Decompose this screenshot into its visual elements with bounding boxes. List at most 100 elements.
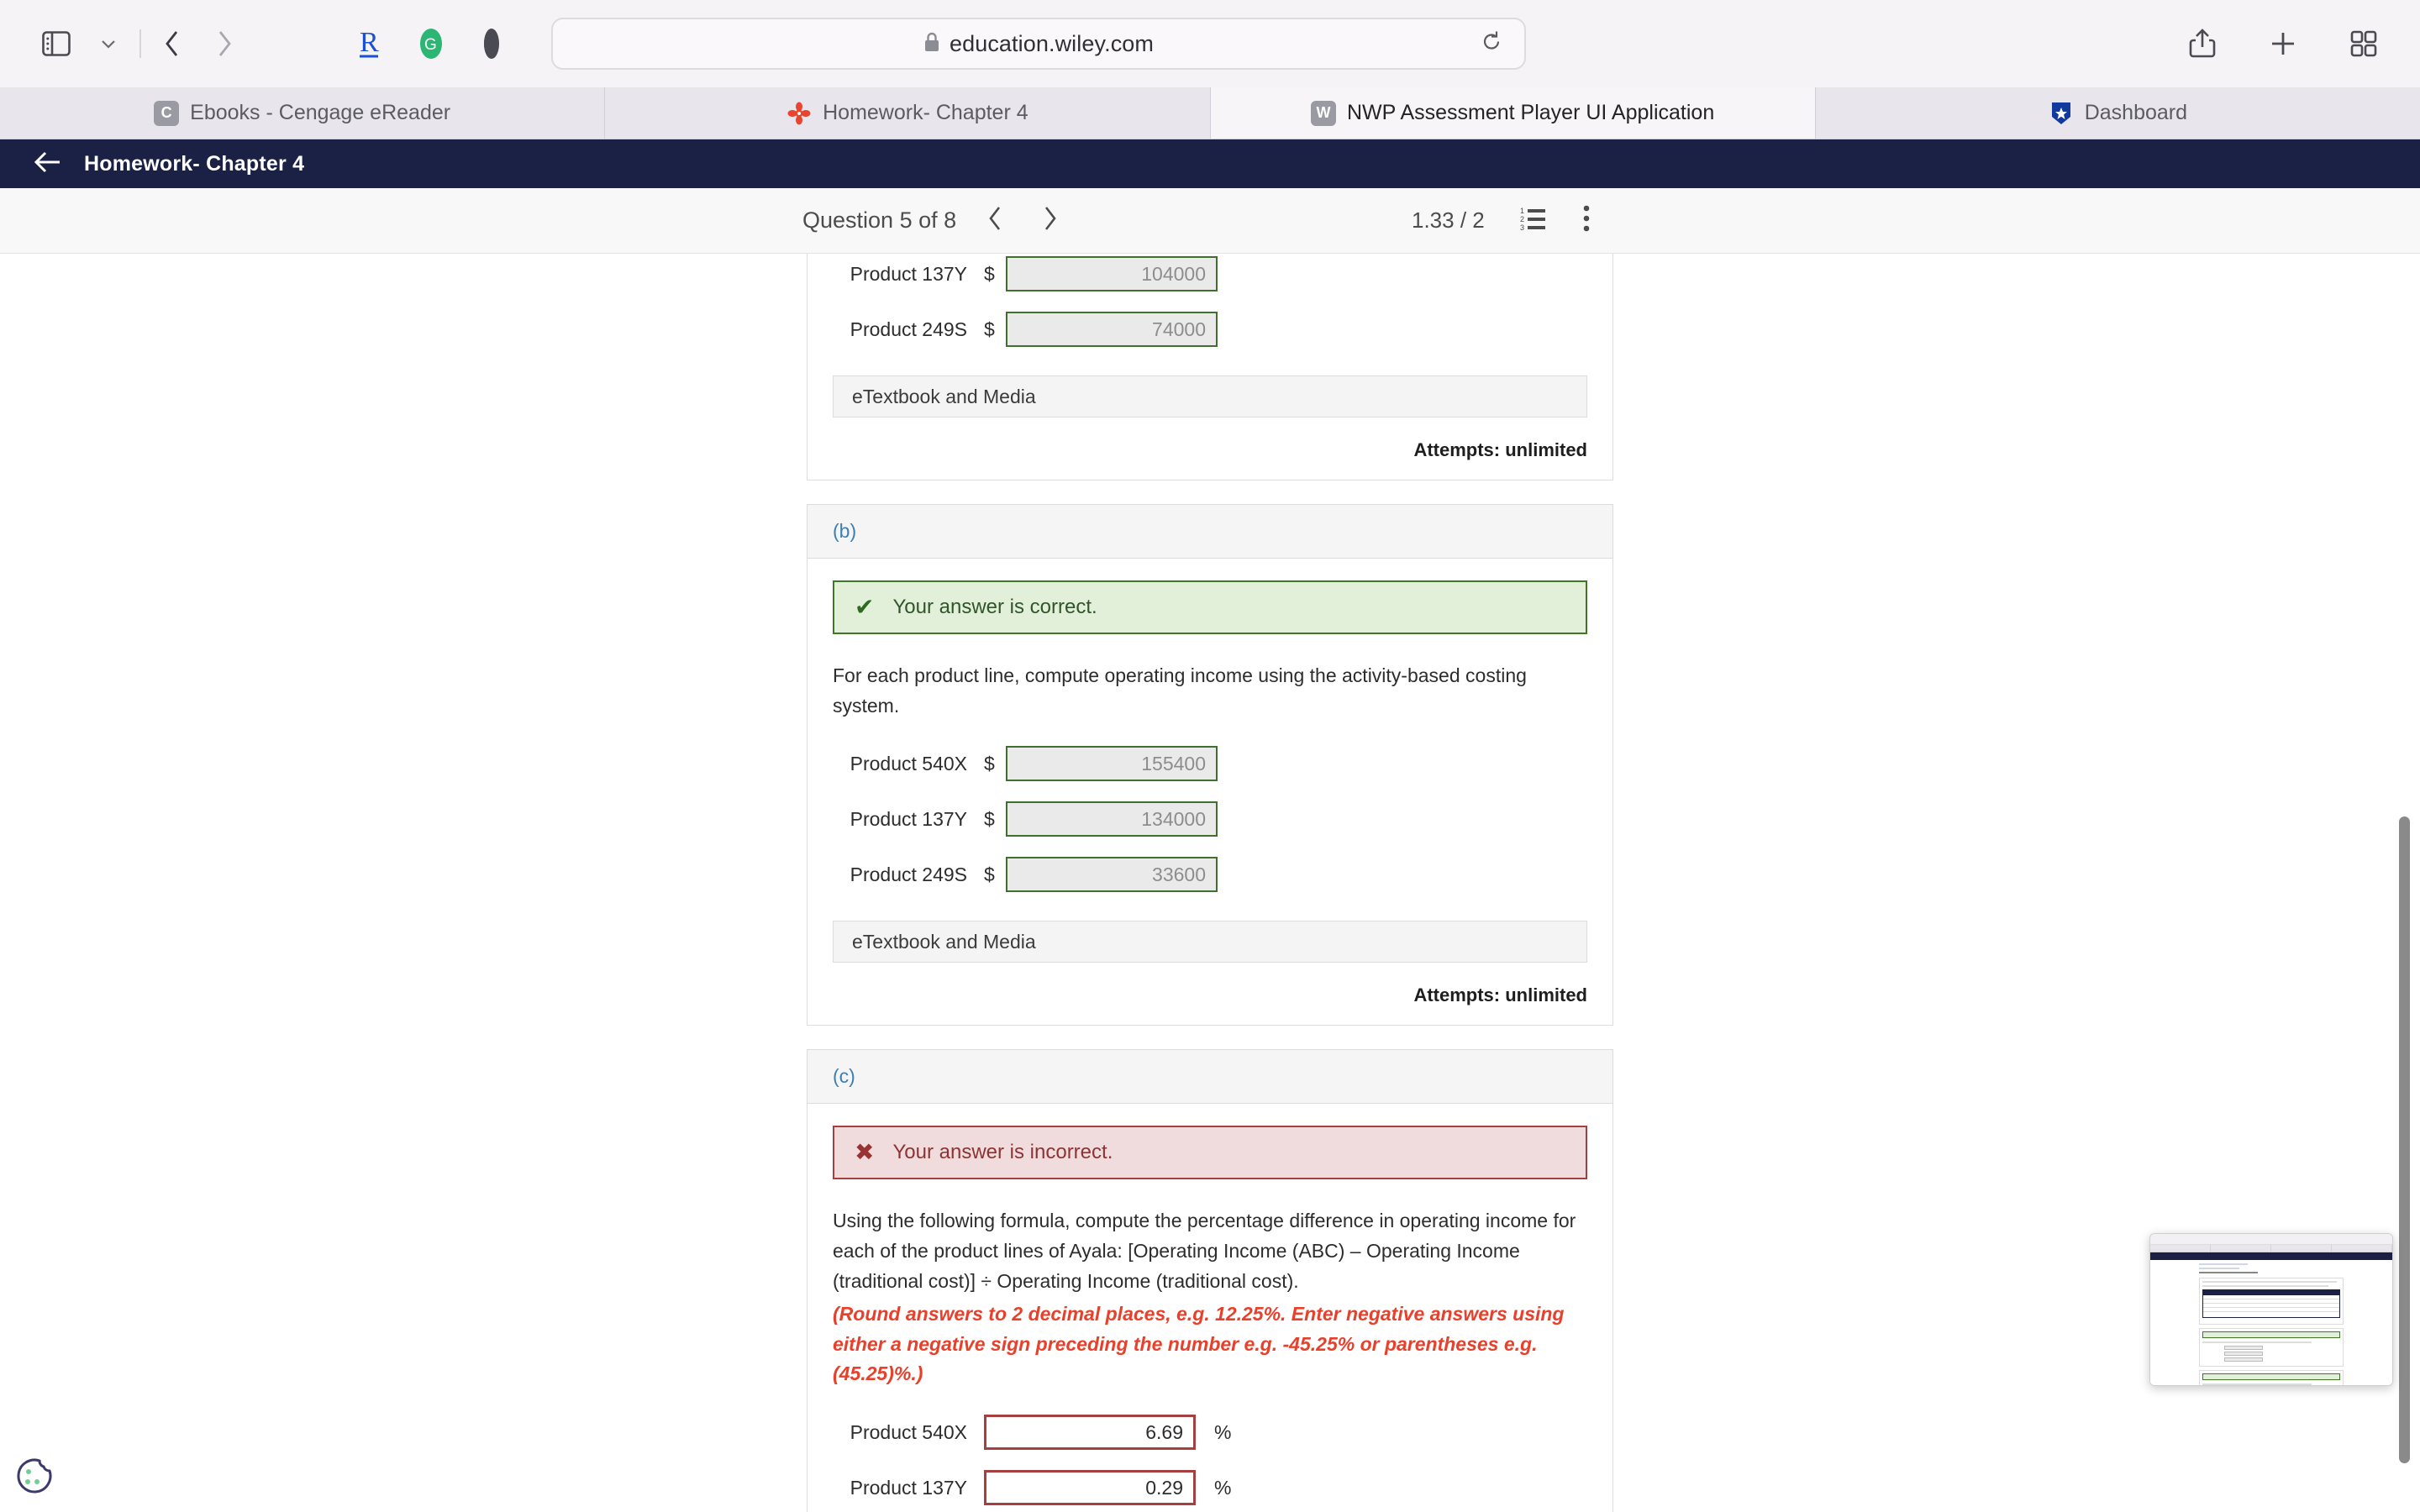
- answer-input-540x[interactable]: 6.69: [984, 1415, 1196, 1451]
- more-options-icon[interactable]: [1582, 204, 1591, 237]
- question-nav-arrows: [986, 205, 1059, 236]
- part-letter: (c): [833, 1065, 855, 1088]
- answer-field-137y: 104000: [1006, 256, 1218, 291]
- sidebar-toggle-icon[interactable]: [30, 18, 82, 70]
- question-score: 1.33 / 2: [1412, 207, 1485, 233]
- tab-nwp-assessment-player[interactable]: W NWP Assessment Player UI Application: [1210, 87, 1816, 139]
- answer-field-540x: 155400: [1006, 746, 1218, 782]
- page-scrollbar-track[interactable]: [2398, 254, 2413, 1512]
- part-c-prompt-note: (Round answers to 2 decimal places, e.g.…: [833, 1303, 1565, 1385]
- thumbnail-tab-strip: [2150, 1245, 2392, 1252]
- plus-icon[interactable]: [2257, 18, 2309, 70]
- cross-icon: ✖: [855, 1139, 875, 1166]
- product-label: Product 540X: [850, 1420, 967, 1443]
- thumbnail-page-body: [2150, 1260, 2392, 1385]
- thumbnail-browser-chrome: [2150, 1234, 2392, 1245]
- tab-strip: C Ebooks - Cengage eReader Homework- Cha…: [0, 87, 2420, 139]
- answer-row: Product 137Y 0.29 %: [833, 1470, 1587, 1506]
- part-a-body: Product 540X $ 145000 Product 137Y $ 104…: [808, 254, 1612, 439]
- lock-icon: [923, 31, 940, 57]
- part-a-footer: Attempts: unlimited: [808, 439, 1612, 480]
- question-part-b-card: (b) ✔ Your answer is correct. For each p…: [807, 504, 1613, 1026]
- grammarly-r-icon[interactable]: R: [351, 24, 390, 63]
- tab-ebooks-cengage[interactable]: C Ebooks - Cengage eReader: [0, 87, 606, 139]
- share-icon[interactable]: [2176, 18, 2228, 70]
- answer-row: Product 540X 6.69 %: [833, 1415, 1587, 1451]
- currency-symbol: $: [984, 807, 995, 830]
- attempts-text: Attempts: unlimited: [1413, 984, 1587, 1006]
- part-c-body: ✖ Your answer is incorrect. Using the fo…: [808, 1104, 1612, 1512]
- tab-overview-icon[interactable]: [2338, 18, 2390, 70]
- part-c-prompt: Using the following formula, compute the…: [833, 1206, 1587, 1389]
- product-label: Product 137Y: [850, 807, 967, 830]
- url-display: education.wiley.com: [923, 31, 1154, 57]
- page-preview-thumbnail[interactable]: [2149, 1233, 2393, 1386]
- browser-chrome: R G education.wiley.com: [0, 0, 2420, 87]
- answer-row: Product 249S $ 74000: [833, 312, 1587, 347]
- shield-extension-icon[interactable]: [472, 24, 511, 63]
- percent-symbol: %: [1214, 1420, 1232, 1443]
- browser-right-controls: [2176, 18, 2390, 70]
- thumbnail-card: [2199, 1370, 2344, 1385]
- browser-extensions: R G: [351, 24, 511, 63]
- browser-nav-controls: [30, 18, 250, 70]
- dashboard-shield-icon: [2049, 101, 2074, 126]
- percent-symbol: %: [1214, 1476, 1232, 1499]
- tab-label: Ebooks - Cengage eReader: [190, 101, 451, 124]
- address-bar[interactable]: education.wiley.com: [551, 18, 1526, 70]
- svg-text:1: 1: [1520, 207, 1524, 215]
- currency-symbol: $: [984, 262, 995, 285]
- part-letter: (b): [833, 520, 857, 542]
- tab-homework-chapter-4[interactable]: Homework- Chapter 4: [605, 87, 1211, 139]
- toolbar-divider: [139, 29, 141, 58]
- part-c-prompt-main: Using the following formula, compute the…: [833, 1210, 1576, 1292]
- answer-input-137y[interactable]: 0.29: [984, 1470, 1196, 1506]
- tab-dashboard[interactable]: Dashboard: [1816, 87, 2420, 139]
- wiley-w-icon: W: [1311, 100, 1336, 126]
- app-header: Homework- Chapter 4: [0, 139, 2420, 188]
- answer-field-249s: 74000: [1006, 312, 1218, 347]
- homework-flower-icon: [786, 101, 812, 126]
- question-list-icon[interactable]: 1 2 3: [1520, 206, 1547, 235]
- page-scrollbar-thumb[interactable]: [2399, 816, 2410, 1463]
- thumbnail-tab: [2271, 1245, 2332, 1252]
- product-label: Product 249S: [850, 318, 967, 340]
- answer-row: Product 137Y $ 104000: [833, 256, 1587, 291]
- question-toolbar: Question 5 of 8 1.33 / 2 1 2 3: [0, 188, 2420, 254]
- page-title: Homework- Chapter 4: [84, 151, 305, 176]
- back-chevron-icon[interactable]: [146, 18, 198, 70]
- grammarly-g-icon[interactable]: G: [412, 24, 450, 63]
- question-counter: Question 5 of 8: [802, 207, 957, 233]
- status-text: Your answer is correct.: [892, 596, 1097, 618]
- forward-chevron-icon[interactable]: [198, 18, 250, 70]
- tab-label: Homework- Chapter 4: [823, 101, 1028, 124]
- next-question-icon[interactable]: [1040, 205, 1059, 236]
- etextbook-and-media-bar[interactable]: eTextbook and Media: [833, 375, 1587, 417]
- thumbnail-app-header: [2150, 1252, 2392, 1260]
- question-part-c-card: (c) ✖ Your answer is incorrect. Using th…: [807, 1049, 1613, 1512]
- cookie-consent-icon[interactable]: [12, 1453, 57, 1499]
- part-b-body: ✔ Your answer is correct. For each produ…: [808, 559, 1612, 984]
- previous-question-icon[interactable]: [986, 205, 1005, 236]
- currency-symbol: $: [984, 318, 995, 340]
- question-content-column: Product 540X $ 145000 Product 137Y $ 104…: [807, 254, 1613, 1512]
- product-label: Product 249S: [850, 863, 967, 885]
- back-arrow-icon[interactable]: [34, 150, 62, 178]
- cengage-c-icon: C: [154, 100, 180, 126]
- sidebar-dropdown-icon[interactable]: [82, 18, 134, 70]
- part-b-footer: Attempts: unlimited: [808, 984, 1612, 1025]
- part-b-prompt: For each product line, compute operating…: [833, 664, 1527, 717]
- product-label: Product 540X: [850, 752, 967, 774]
- thumbnail-tab: [2332, 1245, 2392, 1252]
- part-b-header: (b): [808, 505, 1612, 559]
- part-c-header: (c): [808, 1050, 1612, 1105]
- question-page-body: Product 540X $ 145000 Product 137Y $ 104…: [0, 254, 2420, 1512]
- checkmark-icon: ✔: [855, 594, 875, 620]
- reload-icon[interactable]: [1481, 30, 1502, 58]
- answer-row: Product 540X $ 155400: [833, 746, 1587, 782]
- answer-row: Product 137Y $ 134000: [833, 801, 1587, 837]
- status-banner-correct: ✔ Your answer is correct.: [833, 580, 1587, 634]
- thumbnail-tab: [2211, 1245, 2271, 1252]
- svg-text:G: G: [424, 36, 437, 54]
- etextbook-and-media-bar[interactable]: eTextbook and Media: [833, 921, 1587, 963]
